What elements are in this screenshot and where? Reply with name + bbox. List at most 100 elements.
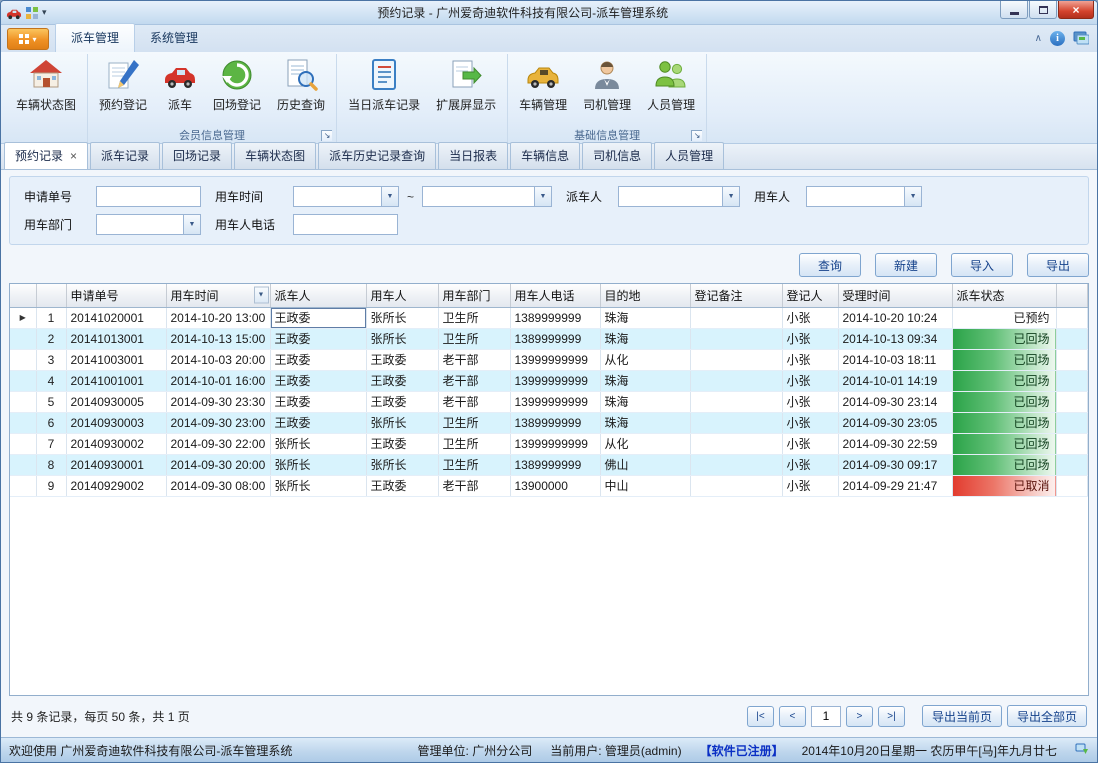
table-row[interactable]: 6201409300032014-09-30 23:00王政委张所长卫生所138… <box>10 412 1088 433</box>
grid-cell[interactable]: 小张 <box>782 433 838 454</box>
col-header-dispatcher[interactable]: 派车人 <box>270 284 366 307</box>
history-query-button[interactable]: 历史查询 <box>269 54 333 115</box>
grid-cell[interactable]: 中山 <box>600 475 690 496</box>
row-indicator[interactable] <box>10 412 36 433</box>
grid-cell[interactable]: 小张 <box>782 328 838 349</box>
grid-cell[interactable]: 2014-09-30 23:14 <box>838 391 952 412</box>
table-row[interactable]: 3201410030012014-10-03 20:00王政委王政委老干部139… <box>10 349 1088 370</box>
dialog-launcher-icon[interactable]: ↘ <box>691 130 702 141</box>
grid-cell[interactable]: 2014-09-30 22:59 <box>838 433 952 454</box>
grid-cell[interactable]: 王政委 <box>270 307 366 328</box>
grid-cell[interactable]: 已回场 <box>952 349 1056 370</box>
grid-cell[interactable]: 2014-09-30 22:00 <box>166 433 270 454</box>
grid-cell[interactable]: 老干部 <box>438 349 510 370</box>
grid-cell[interactable]: 王政委 <box>366 475 438 496</box>
grid-cell[interactable]: 2014-09-30 23:00 <box>166 412 270 433</box>
tab-driver-info[interactable]: 司机信息 <box>582 142 652 169</box>
grid-cell[interactable] <box>690 454 782 475</box>
grid-cell[interactable]: 王政委 <box>366 391 438 412</box>
grid-cell[interactable]: 20140929002 <box>66 475 166 496</box>
license-link[interactable]: 【软件已注册】 <box>700 742 784 759</box>
tab-personnel-management[interactable]: 人员管理 <box>654 142 724 169</box>
grid-cell[interactable]: 13999999999 <box>510 349 600 370</box>
grid-cell[interactable]: 20140930003 <box>66 412 166 433</box>
grid-cell[interactable]: 13999999999 <box>510 391 600 412</box>
grid-cell[interactable]: 张所长 <box>270 475 366 496</box>
chevron-down-icon[interactable]: ▼ <box>534 187 551 206</box>
export-current-page-button[interactable]: 导出当前页 <box>922 705 1002 727</box>
tab-dispatch-history-query[interactable]: 派车历史记录查询 <box>318 142 436 169</box>
col-header-use-time[interactable]: 用车时间▼ <box>166 284 270 307</box>
skin-icon[interactable] <box>1073 29 1089 48</box>
grid-cell[interactable]: 2014-09-30 23:05 <box>838 412 952 433</box>
grid-cell[interactable]: 20140930001 <box>66 454 166 475</box>
grid-cell[interactable]: 珠海 <box>600 307 690 328</box>
grid-cell[interactable]: 20141013001 <box>66 328 166 349</box>
grid-cell[interactable]: 13999999999 <box>510 433 600 454</box>
grid-cell[interactable]: 1389999999 <box>510 454 600 475</box>
first-page-button[interactable]: |< <box>747 706 774 727</box>
grid-cell[interactable]: 王政委 <box>270 349 366 370</box>
tab-dispatch-management[interactable]: 派车管理 <box>55 23 135 52</box>
row-number[interactable]: 5 <box>36 391 66 412</box>
grid-cell[interactable]: 从化 <box>600 349 690 370</box>
daily-dispatch-record-button[interactable]: 当日派车记录 <box>340 54 428 115</box>
grid-cell[interactable]: 卫生所 <box>438 328 510 349</box>
row-indicator[interactable] <box>10 391 36 412</box>
row-number[interactable]: 1 <box>36 307 66 328</box>
vehicle-management-button[interactable]: 车辆管理 <box>511 54 575 115</box>
extend-screen-button[interactable]: 扩展屏显示 <box>428 54 504 115</box>
grid-cell[interactable]: 老干部 <box>438 370 510 391</box>
grid-cell[interactable]: 1389999999 <box>510 328 600 349</box>
col-header-remark[interactable]: 登记备注 <box>690 284 782 307</box>
col-header-phone[interactable]: 用车人电话 <box>510 284 600 307</box>
grid-cell[interactable]: 王政委 <box>270 412 366 433</box>
grid-cell[interactable]: 珠海 <box>600 412 690 433</box>
driver-management-button[interactable]: 司机管理 <box>575 54 639 115</box>
grid-cell[interactable]: 老干部 <box>438 391 510 412</box>
grid-cell[interactable]: 卫生所 <box>438 454 510 475</box>
grid-cell[interactable]: 2014-10-20 10:24 <box>838 307 952 328</box>
grid-cell[interactable]: 20141001001 <box>66 370 166 391</box>
chevron-down-icon[interactable]: ▼ <box>904 187 921 206</box>
grid-cell[interactable]: 张所长 <box>270 433 366 454</box>
grid-cell[interactable]: 佛山 <box>600 454 690 475</box>
tab-dispatch-records[interactable]: 派车记录 <box>90 142 160 169</box>
grid-cell[interactable] <box>690 433 782 454</box>
apply-no-input[interactable] <box>96 186 201 207</box>
table-row[interactable]: ▶1201410200012014-10-20 13:00王政委张所长卫生所13… <box>10 307 1088 328</box>
grid-cell[interactable]: 已取消 <box>952 475 1056 496</box>
grid-cell[interactable]: 2014-10-20 13:00 <box>166 307 270 328</box>
grid-cell[interactable]: 张所长 <box>366 328 438 349</box>
row-indicator[interactable] <box>10 454 36 475</box>
layout-icon[interactable] <box>25 6 39 20</box>
grid-cell[interactable]: 王政委 <box>270 391 366 412</box>
grid-cell[interactable]: 20140930002 <box>66 433 166 454</box>
col-header-dept[interactable]: 用车部门 <box>438 284 510 307</box>
row-number[interactable]: 6 <box>36 412 66 433</box>
col-header-status[interactable]: 派车状态 <box>952 284 1056 307</box>
grid-cell[interactable]: 从化 <box>600 433 690 454</box>
grid-cell[interactable]: 王政委 <box>270 370 366 391</box>
tab-return-records[interactable]: 回场记录 <box>162 142 232 169</box>
grid-cell[interactable]: 2014-09-29 21:47 <box>838 475 952 496</box>
grid-cell[interactable]: 已回场 <box>952 391 1056 412</box>
grid-cell[interactable]: 卫生所 <box>438 412 510 433</box>
grid-cell[interactable]: 张所长 <box>366 307 438 328</box>
grid-cell[interactable]: 卫生所 <box>438 433 510 454</box>
grid-cell[interactable]: 张所长 <box>366 454 438 475</box>
query-button[interactable]: 查询 <box>799 253 861 277</box>
filter-dropdown-icon[interactable]: ▼ <box>254 287 269 304</box>
row-number[interactable]: 4 <box>36 370 66 391</box>
grid-cell[interactable] <box>690 391 782 412</box>
user-combo[interactable]: ▼ <box>806 186 922 207</box>
personnel-management-button[interactable]: 人员管理 <box>639 54 703 115</box>
page-number-input[interactable] <box>811 706 841 727</box>
grid-cell[interactable]: 2014-09-30 20:00 <box>166 454 270 475</box>
row-indicator[interactable] <box>10 433 36 454</box>
row-indicator[interactable]: ▶ <box>10 307 36 328</box>
grid-cell[interactable]: 王政委 <box>366 349 438 370</box>
grid-cell[interactable]: 小张 <box>782 370 838 391</box>
grid-cell[interactable]: 王政委 <box>366 433 438 454</box>
table-row[interactable]: 7201409300022014-09-30 22:00张所长王政委卫生所139… <box>10 433 1088 454</box>
